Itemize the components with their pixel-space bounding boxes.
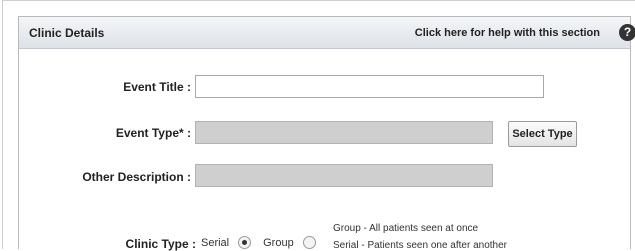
group-note: Group - All patients seen at once — [333, 223, 479, 234]
serial-note: Serial - Patients seen one after another — [333, 240, 507, 251]
panel-title: Clinic Details — [29, 26, 105, 40]
other-description-input — [195, 164, 493, 187]
event-title-input[interactable] — [195, 75, 544, 98]
event-type-label: Event Type* : — [115, 126, 191, 140]
radio-serial-label: Serial — [201, 236, 230, 249]
help-link[interactable]: Click here for help with this section — [415, 27, 600, 39]
radio-group[interactable] — [302, 236, 316, 249]
select-type-button[interactable]: Select Type — [508, 121, 577, 147]
other-description-label: Other Description : — [82, 170, 191, 184]
panel-header: Clinic Details Click here for help with … — [19, 17, 635, 49]
help-icon[interactable]: ? — [619, 24, 635, 41]
radio-serial[interactable] — [238, 236, 252, 249]
radio-group-label: Group — [263, 236, 294, 249]
event-title-label: Event Title : — [123, 80, 191, 94]
clinic-type-radio-group: Serial Group — [201, 236, 328, 249]
event-type-input — [195, 121, 493, 144]
